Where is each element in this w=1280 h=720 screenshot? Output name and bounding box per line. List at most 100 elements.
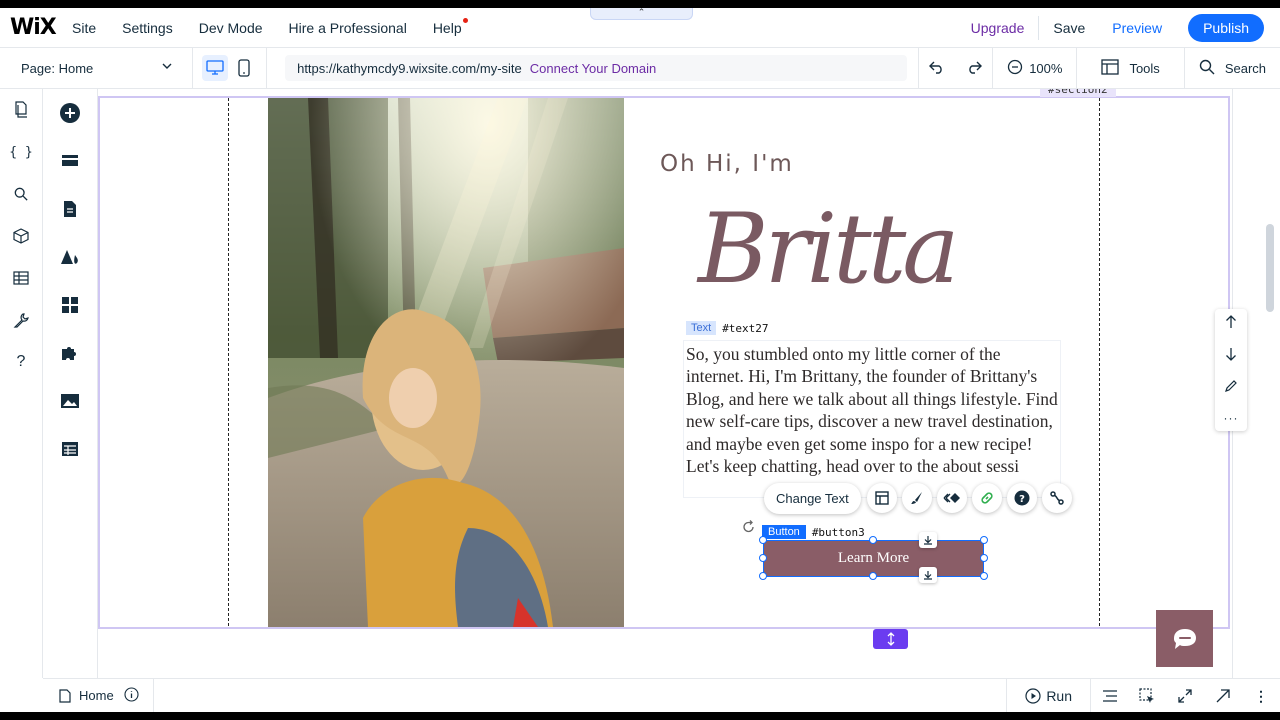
search-label: Search xyxy=(1224,60,1267,76)
button-element-tag: Button #button3 xyxy=(762,525,865,539)
connect-domain-link[interactable]: Connect Your Domain xyxy=(530,61,656,76)
help-icon[interactable]: ? xyxy=(1006,483,1037,513)
zoom-out-icon xyxy=(1007,59,1023,78)
help-question-icon[interactable]: ? xyxy=(0,341,42,383)
search-icon xyxy=(1199,59,1215,78)
section-id-label: #section2 xyxy=(1040,89,1116,97)
resize-handle[interactable] xyxy=(980,554,988,562)
tools-label: Tools xyxy=(1129,60,1160,76)
expand-icon[interactable] xyxy=(1166,679,1204,712)
menu-dev-mode[interactable]: Dev Mode xyxy=(199,20,263,36)
zoom-level: 100% xyxy=(1029,60,1063,76)
svg-text:?: ? xyxy=(1019,494,1025,505)
desktop-icon[interactable] xyxy=(201,55,228,81)
left-rail-primary: { } ? xyxy=(0,89,43,678)
current-page-indicator[interactable]: Home xyxy=(43,679,154,712)
animation-icon[interactable] xyxy=(936,483,967,513)
element-type-chip: Button xyxy=(762,525,806,539)
resize-handle[interactable] xyxy=(869,536,877,544)
element-floating-toolbar: Change Text ? xyxy=(764,481,1077,515)
mobile-icon[interactable] xyxy=(231,55,257,81)
page-icon xyxy=(59,688,71,703)
intro-paragraph[interactable]: So, you stumbled onto my little corner o… xyxy=(686,343,1058,477)
element-id: #button3 xyxy=(811,525,865,539)
site-url[interactable]: https://kathymcdy9.wixsite.com/my-site xyxy=(297,61,522,76)
resize-handle[interactable] xyxy=(759,554,767,562)
design-brush-icon[interactable] xyxy=(901,483,932,513)
packages-icon[interactable] xyxy=(0,215,42,257)
wix-logo[interactable]: WiX xyxy=(10,15,72,40)
divider xyxy=(1038,15,1040,40)
resize-handle[interactable] xyxy=(980,536,988,544)
select-cursor-icon[interactable] xyxy=(1128,679,1166,712)
run-button[interactable]: Run xyxy=(1006,679,1090,712)
wrench-icon[interactable] xyxy=(0,299,42,341)
media-image-icon[interactable] xyxy=(43,377,97,425)
editor-canvas[interactable]: #section2 Oh Hi, I'm Britta Text #text27… xyxy=(98,89,1232,678)
chat-bubble-icon xyxy=(1173,628,1196,649)
apps-grid-icon[interactable] xyxy=(43,281,97,329)
resize-handle[interactable] xyxy=(759,536,767,544)
open-external-icon[interactable] xyxy=(1204,679,1242,712)
element-type-chip: Text xyxy=(686,321,717,335)
current-page-name: Home xyxy=(79,688,114,703)
resize-handle[interactable] xyxy=(759,572,767,580)
sections-icon[interactable] xyxy=(43,137,97,185)
undo-icon[interactable] xyxy=(929,60,945,77)
collapse-topbar-tab[interactable]: ⌃ xyxy=(590,8,693,20)
puzzle-icon[interactable] xyxy=(43,329,97,377)
properties-panel-icon[interactable] xyxy=(1090,679,1128,712)
publish-button[interactable]: Publish xyxy=(1188,13,1264,42)
undo-redo-group xyxy=(918,48,992,88)
chat-widget[interactable] xyxy=(1156,610,1213,667)
theme-design-icon[interactable] xyxy=(43,233,97,281)
connect-to-code-icon[interactable] xyxy=(1041,483,1072,513)
change-text-button[interactable]: Change Text xyxy=(764,482,861,514)
tools-icon xyxy=(1101,58,1120,78)
save-button[interactable]: Save xyxy=(1053,20,1085,36)
gridline-right xyxy=(1099,98,1100,626)
cms-table-icon[interactable] xyxy=(43,425,97,473)
hero-photo[interactable] xyxy=(268,98,624,627)
notification-dot xyxy=(462,17,468,23)
move-down-icon[interactable] xyxy=(1225,347,1237,366)
more-options-icon[interactable]: ⋮ xyxy=(1242,679,1280,712)
edit-pencil-icon[interactable] xyxy=(1224,379,1238,398)
download-arrow-icon[interactable] xyxy=(919,532,937,548)
resize-handle[interactable] xyxy=(980,572,988,580)
top-bar: WiX Site Settings Dev Mode Hire a Profes… xyxy=(0,8,1280,48)
text-element-tag: Text #text27 xyxy=(686,321,769,335)
upgrade-link[interactable]: Upgrade xyxy=(971,20,1025,36)
redo-icon[interactable] xyxy=(966,60,982,77)
menu-settings[interactable]: Settings xyxy=(122,20,173,36)
name-script-text: Brittany xyxy=(696,193,960,305)
section-quick-actions: ··· xyxy=(1215,309,1247,431)
database-table-icon[interactable] xyxy=(0,257,42,299)
menu-hire-professional[interactable]: Hire a Professional xyxy=(289,20,407,36)
move-up-icon[interactable] xyxy=(1225,315,1237,334)
resize-handle[interactable] xyxy=(869,572,877,580)
add-element-icon[interactable] xyxy=(43,89,97,137)
pages-menus-icon[interactable] xyxy=(43,185,97,233)
page-selector[interactable]: Page: Home xyxy=(0,48,193,88)
element-id: #text27 xyxy=(722,321,769,335)
zoom-control[interactable]: 100% xyxy=(992,48,1076,88)
search-button[interactable]: Search xyxy=(1183,48,1280,88)
pages-icon[interactable] xyxy=(0,89,42,131)
download-arrow-icon[interactable] xyxy=(919,567,937,583)
section-resize-handle[interactable] xyxy=(873,629,908,649)
preview-button[interactable]: Preview xyxy=(1112,20,1162,36)
name-script-heading[interactable]: Brittany xyxy=(690,167,1073,327)
search-icon[interactable] xyxy=(0,173,42,215)
menu-help[interactable]: Help xyxy=(433,17,468,36)
editor-toolbar: Page: Home https://kathymcdy9.wixsite.co… xyxy=(0,48,1280,89)
rotate-reset-icon[interactable] xyxy=(741,519,757,535)
info-icon[interactable] xyxy=(124,686,139,705)
link-icon[interactable] xyxy=(971,483,1002,513)
more-options-icon[interactable]: ··· xyxy=(1224,411,1239,425)
layout-icon[interactable] xyxy=(866,483,897,513)
canvas-scrollbar[interactable] xyxy=(1266,224,1274,312)
tools-button[interactable]: Tools xyxy=(1076,48,1183,88)
menu-site[interactable]: Site xyxy=(72,20,96,36)
code-braces-icon[interactable]: { } xyxy=(0,131,42,173)
